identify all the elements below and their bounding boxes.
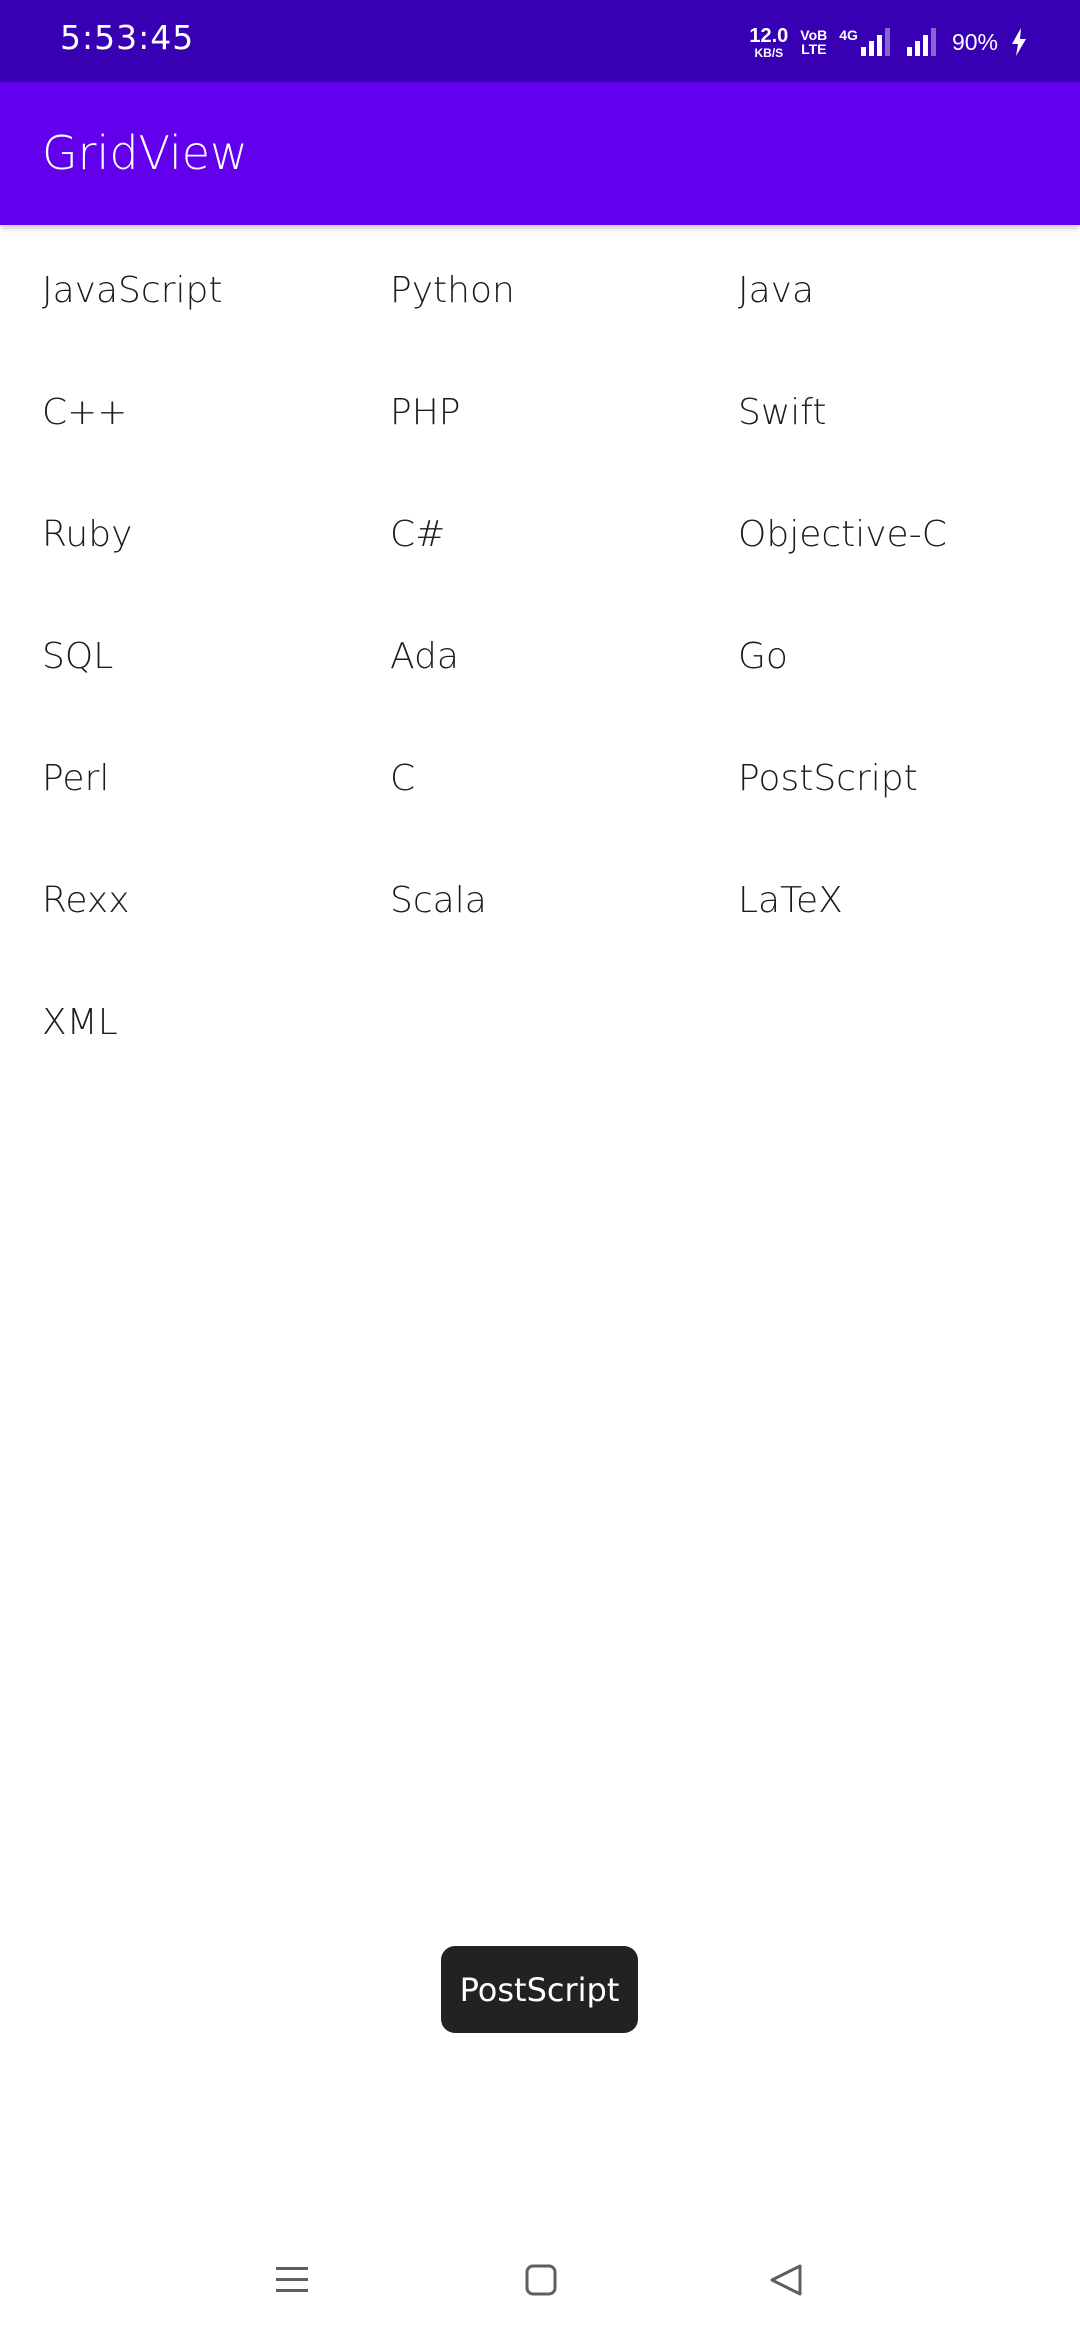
home-icon <box>525 2264 557 2296</box>
grid-item[interactable]: Ruby <box>0 472 348 594</box>
grid-item[interactable]: C# <box>348 472 696 594</box>
grid-item[interactable]: C <box>348 716 696 838</box>
network-speed: 12.0 KB/S <box>749 26 788 59</box>
status-bar: 5:53:45 12.0 KB/S VoB LTE 4G 90% <box>0 0 1080 82</box>
grid-item[interactable]: Perl <box>0 716 348 838</box>
system-nav-bar <box>0 2220 1080 2340</box>
grid-item[interactable]: Python <box>348 228 696 350</box>
network-type-label: 4G <box>839 27 858 43</box>
home-button[interactable] <box>521 2260 561 2300</box>
menu-icon <box>276 2267 308 2292</box>
page-title: GridView <box>42 126 248 180</box>
grid-item[interactable]: XML <box>0 960 348 1082</box>
signal-strength-icon <box>860 28 890 56</box>
status-icons: 12.0 KB/S VoB LTE 4G 90% <box>749 22 1028 62</box>
volte-bottom-label: LTE <box>801 41 827 57</box>
grid-item[interactable]: JavaScript <box>0 228 348 350</box>
grid-item[interactable]: Java <box>696 228 1080 350</box>
grid-item[interactable]: PostScript <box>696 716 1080 838</box>
grid-item[interactable]: Scala <box>348 838 696 960</box>
charging-bolt-icon <box>1012 28 1026 56</box>
grid-item[interactable]: Go <box>696 594 1080 716</box>
signal-strength-sim2-icon <box>906 28 936 56</box>
battery-level: 90% <box>951 28 998 55</box>
network-speed-unit: KB/S <box>754 45 784 60</box>
toast-message: PostScript <box>441 1946 638 2033</box>
toast-text: PostScript <box>459 1970 620 2009</box>
grid-item[interactable]: LaTeX <box>696 838 1080 960</box>
grid-item[interactable]: Ada <box>348 594 696 716</box>
grid-item[interactable]: Rexx <box>0 838 348 960</box>
back-button[interactable] <box>766 2260 806 2300</box>
grid-item[interactable]: C++ <box>0 350 348 472</box>
grid-item[interactable]: Swift <box>696 350 1080 472</box>
signal-sim1: 4G <box>839 27 894 57</box>
grid-item[interactable]: Objective-C <box>696 472 1080 594</box>
app-bar: GridView <box>0 82 1080 225</box>
volte-top-label: VoB <box>800 27 828 43</box>
language-grid: JavaScript Python Java C++ PHP Swift Rub… <box>0 228 1080 1082</box>
volte-icon: VoB LTE <box>800 28 827 56</box>
grid-item[interactable]: SQL <box>0 594 348 716</box>
recent-apps-button[interactable] <box>272 2260 312 2300</box>
grid-item[interactable]: PHP <box>348 350 696 472</box>
status-time: 5:53:45 <box>60 18 195 57</box>
back-icon <box>770 2264 802 2296</box>
network-speed-value: 12.0 <box>749 24 789 47</box>
